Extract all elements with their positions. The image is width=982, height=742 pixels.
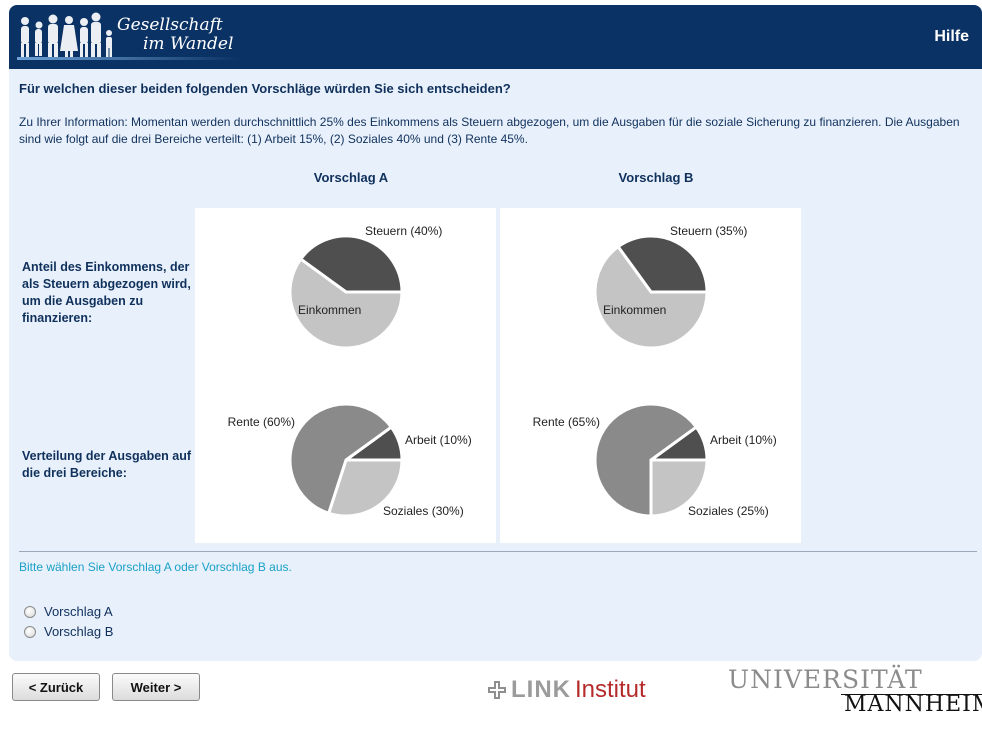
uni-line-2: MANNHEIM (844, 692, 982, 717)
pie-label-arbeit: Arbeit (10%) (405, 433, 472, 447)
divider (19, 551, 977, 552)
link-brand: LINK (511, 676, 571, 703)
pie-label-steuern: Steuern (35%) (670, 224, 747, 238)
university-logo: UNIVERSITÄT MANNHEIM (728, 666, 982, 716)
uni-line-1: UNIVERSITÄT (728, 665, 923, 694)
chart-panel-b: Steuern (35%) Einkommen Arbeit (10%) Sozial… (500, 208, 801, 543)
selection-prompt: Bitte wählen Sie Vorschlag A oder Vorsch… (19, 560, 292, 574)
app-header: Gesellschaft im Wandel Hilfe (9, 5, 982, 69)
option-vorschlag-a[interactable]: Vorschlag A (24, 604, 113, 619)
radio-b[interactable] (24, 625, 36, 638)
people-silhouette-icon (21, 12, 112, 58)
option-label-a: Vorschlag A (44, 604, 113, 619)
link-institut-word: Institut (575, 676, 646, 703)
info-text: Zu Ihrer Information: Momentan werden du… (19, 115, 960, 146)
column-header-a: Vorschlag A (313, 170, 389, 185)
radio-a[interactable] (24, 605, 36, 618)
uni-underline (841, 694, 982, 695)
pie-label-arbeit: Arbeit (10%) (710, 433, 777, 447)
column-header-b: Vorschlag B (618, 170, 694, 185)
pie-label-soziales: Soziales (30%) (383, 504, 464, 518)
logo-underline (17, 57, 242, 60)
help-link[interactable]: Hilfe (934, 28, 969, 46)
back-button[interactable]: < Zurück (12, 673, 100, 701)
link-logo-icon (488, 681, 506, 699)
pie-label-steuern: Steuern (40%) (365, 224, 442, 238)
survey-panel: Für welchen dieser beiden folgenden Vors… (9, 69, 982, 661)
next-button[interactable]: Weiter > (112, 673, 200, 701)
pie-label-einkommen: Einkommen (298, 303, 361, 317)
question-title: Für welchen dieser beiden folgenden Vors… (19, 81, 511, 96)
pie-label-einkommen: Einkommen (603, 303, 666, 317)
pie-label-soziales: Soziales (25%) (688, 504, 769, 518)
pie-label-rente: Rente (60%) (228, 415, 295, 429)
logo-line-1: Gesellschaft (117, 15, 223, 35)
pie-label-rente: Rente (65%) (533, 415, 600, 429)
option-label-b: Vorschlag B (44, 624, 114, 639)
chart-panel-a: Steuern (40%) Einkommen Arbeit (10%) Sozial… (195, 208, 496, 543)
chart-svg-a: Steuern (40%) Einkommen Arbeit (10%) Sozial… (228, 224, 472, 518)
option-vorschlag-b[interactable]: Vorschlag B (24, 624, 113, 639)
link-institut-logo: LINK Institut (487, 676, 646, 704)
chart-svg-b: Steuern (35%) Einkommen Arbeit (10%) Sozial… (533, 224, 777, 518)
logo-text: Gesellschaft im Wandel (117, 16, 233, 54)
row-label-spending-distribution: Verteilung der Ausgaben auf die drei Ber… (22, 449, 192, 480)
logo-line-2: im Wandel (143, 34, 234, 54)
row-label-tax-share: Anteil des Einkommens, der als Steuern a… (22, 260, 191, 325)
